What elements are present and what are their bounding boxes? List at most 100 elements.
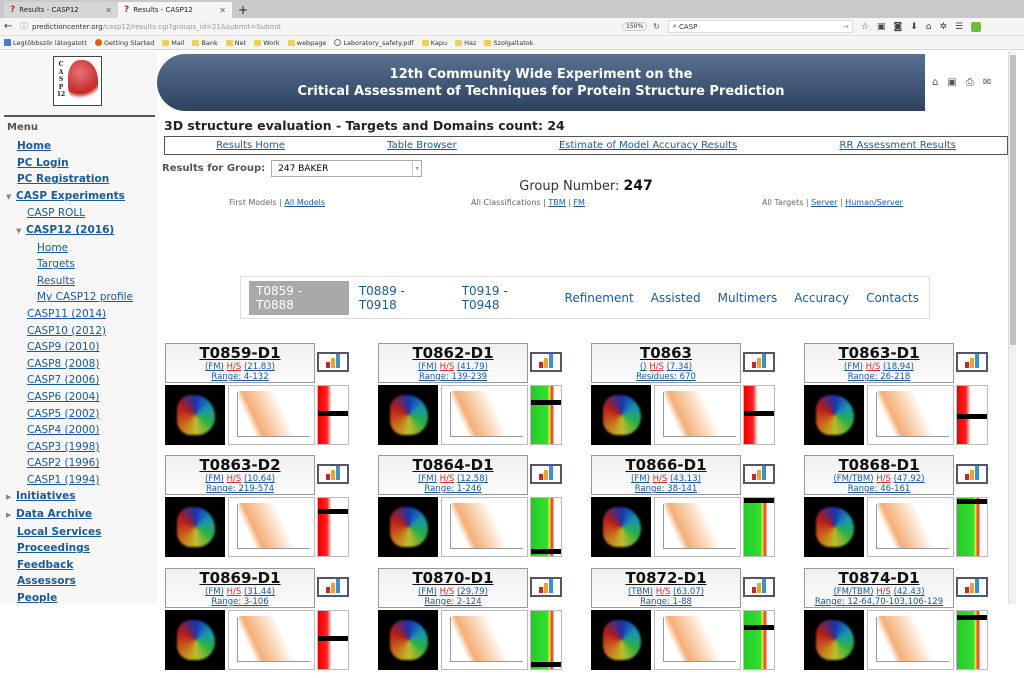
residue-plot-thumbnail[interactable]	[743, 497, 775, 557]
gdt-plot-thumbnail[interactable]	[441, 610, 528, 670]
range-link[interactable]: Range: 4-132	[166, 372, 314, 382]
residue-plot-thumbnail[interactable]	[317, 385, 349, 445]
structure-thumbnail[interactable]	[591, 497, 651, 557]
bar-chart-icon[interactable]	[530, 352, 562, 372]
bar-chart-icon[interactable]	[956, 464, 988, 484]
score-link[interactable]: (41.79)	[457, 362, 488, 372]
expanded-triangle-icon[interactable]: ▼	[16, 223, 26, 240]
range-link[interactable]: Range: 3-106	[166, 597, 314, 607]
range-link[interactable]: Residues: 670	[592, 372, 740, 382]
structure-thumbnail[interactable]	[591, 610, 651, 670]
hs-link[interactable]: H/S	[876, 474, 891, 484]
classification-link[interactable]: (FM)	[418, 474, 437, 484]
download-icon[interactable]: ⬇	[910, 22, 918, 32]
bookmark-item[interactable]: Getting Started	[94, 39, 154, 47]
range-link[interactable]: Range: 26-218	[805, 372, 953, 382]
search-input[interactable]: ⌕ CASP →	[667, 20, 853, 33]
residue-plot-thumbnail[interactable]	[956, 497, 988, 557]
bar-chart-icon[interactable]	[956, 352, 988, 372]
sidebar-item-results[interactable]: Results	[0, 273, 155, 290]
human-server-link[interactable]: Human/Server	[845, 198, 903, 207]
gdt-plot-thumbnail[interactable]	[441, 497, 528, 557]
score-link[interactable]: (18.94)	[883, 362, 914, 372]
target-name-link[interactable]: T0870-D1	[379, 570, 527, 587]
sidebar-item-data-archive[interactable]: ▶ Data Archive	[0, 506, 155, 524]
back-arrow-icon[interactable]: ←	[4, 21, 16, 32]
bookmark-folder[interactable]: Work	[254, 39, 280, 47]
mail-icon[interactable]: ✉	[983, 77, 991, 88]
hs-link[interactable]: H/S	[440, 362, 455, 372]
score-link[interactable]: (21.83)	[244, 362, 275, 372]
bar-chart-icon[interactable]	[956, 577, 988, 597]
gdt-plot-thumbnail[interactable]	[228, 497, 315, 557]
sidebar-item-pc-registration[interactable]: PC Registration	[0, 171, 155, 188]
classification-link[interactable]: (FM)	[418, 587, 437, 597]
sidebar-item-casp12-2016[interactable]: ▼ CASP12 (2016)	[0, 222, 155, 240]
classification-link[interactable]: ()	[640, 362, 647, 372]
sidebar-item-casp11-2014[interactable]: CASP11 (2014)	[0, 306, 155, 323]
search-go-icon[interactable]: →	[843, 23, 849, 31]
structure-thumbnail[interactable]	[165, 385, 225, 445]
tab-t0919-t0948[interactable]: T0919 - T0948	[455, 281, 555, 315]
range-link[interactable]: Range: 1-88	[592, 597, 740, 607]
folder-icon[interactable]: ▣	[947, 77, 956, 88]
residue-plot-thumbnail[interactable]	[956, 385, 988, 445]
target-name-link[interactable]: T0866-D1	[592, 457, 740, 474]
structure-thumbnail[interactable]	[804, 385, 864, 445]
collapsed-triangle-icon[interactable]: ▶	[6, 489, 16, 506]
home-icon[interactable]: ⌂	[932, 77, 938, 88]
range-link[interactable]: Range: 38-141	[592, 484, 740, 494]
classification-link[interactable]: (FM)	[418, 362, 437, 372]
structure-thumbnail[interactable]	[804, 610, 864, 670]
bar-chart-icon[interactable]	[743, 464, 775, 484]
classification-link[interactable]: (FM/TBM)	[833, 474, 873, 484]
bookmark-item[interactable]: Legtöbbször látogatott	[4, 39, 87, 47]
range-link[interactable]: Range: 2-124	[379, 597, 527, 607]
range-link[interactable]: Range: 1-246	[379, 484, 527, 494]
print-icon[interactable]: ⎙	[966, 77, 974, 88]
close-tab-icon[interactable]: ✕	[219, 6, 226, 15]
score-link[interactable]: (12.58)	[457, 474, 488, 484]
sidebar-item-initiatives[interactable]: ▶ Initiatives	[0, 488, 155, 506]
classification-link[interactable]: (FM)	[844, 362, 863, 372]
sidebar-item-casp9-2010[interactable]: CASP9 (2010)	[0, 339, 155, 356]
fm-link[interactable]: FM	[573, 198, 585, 207]
hs-link[interactable]: H/S	[227, 362, 242, 372]
info-icon[interactable]: ⓘ	[20, 21, 28, 32]
bar-chart-icon[interactable]	[743, 352, 775, 372]
sidebar-item-casp7-2006[interactable]: CASP7 (2006)	[0, 372, 155, 389]
server-link[interactable]: Server	[811, 198, 837, 207]
residue-plot-thumbnail[interactable]	[530, 610, 562, 670]
score-link[interactable]: (29.79)	[457, 587, 488, 597]
sidebar-item-people[interactable]: People	[0, 590, 155, 607]
casp12-logo[interactable]: C A S P 12	[53, 56, 102, 106]
sidebar-item-proceedings[interactable]: Proceedings	[0, 540, 155, 557]
score-link[interactable]: (31.44)	[244, 587, 275, 597]
bookmark-folder[interactable]: Bank	[192, 39, 218, 47]
structure-thumbnail[interactable]	[378, 385, 438, 445]
sidebar-item-casp3-1998[interactable]: CASP3 (1998)	[0, 439, 155, 456]
tab-contacts[interactable]: Contacts	[859, 288, 926, 308]
group-select[interactable]: 247 BAKER ▾	[271, 160, 423, 177]
gdt-plot-thumbnail[interactable]	[867, 497, 954, 557]
range-link[interactable]: Range: 139-239	[379, 372, 527, 382]
structure-thumbnail[interactable]	[165, 497, 225, 557]
sidebar-item-home[interactable]: Home	[0, 240, 155, 257]
sidebar-item-feedback[interactable]: Feedback	[0, 557, 155, 574]
reload-icon[interactable]: ↻	[653, 22, 660, 31]
bookmark-folder[interactable]: Haz	[455, 39, 476, 47]
residue-plot-thumbnail[interactable]	[956, 610, 988, 670]
collapsed-triangle-icon[interactable]: ▶	[6, 507, 16, 524]
sidebar-item-casp1-1994[interactable]: CASP1 (1994)	[0, 472, 155, 489]
sidebar-item-targets[interactable]: Targets	[0, 256, 155, 273]
bar-chart-icon[interactable]	[530, 464, 562, 484]
tab-t0889-t0918[interactable]: T0889 - T0918	[352, 281, 452, 315]
score-link[interactable]: (7.34)	[667, 362, 693, 372]
tab-refinement[interactable]: Refinement	[558, 288, 641, 308]
target-name-link[interactable]: T0869-D1	[166, 570, 314, 587]
hs-link[interactable]: H/S	[227, 474, 242, 484]
classification-link[interactable]: (TBM)	[628, 587, 653, 597]
target-name-link[interactable]: T0863	[592, 345, 740, 362]
pocket-icon[interactable]: ◙	[893, 22, 902, 32]
score-link[interactable]: (10.64)	[244, 474, 275, 484]
